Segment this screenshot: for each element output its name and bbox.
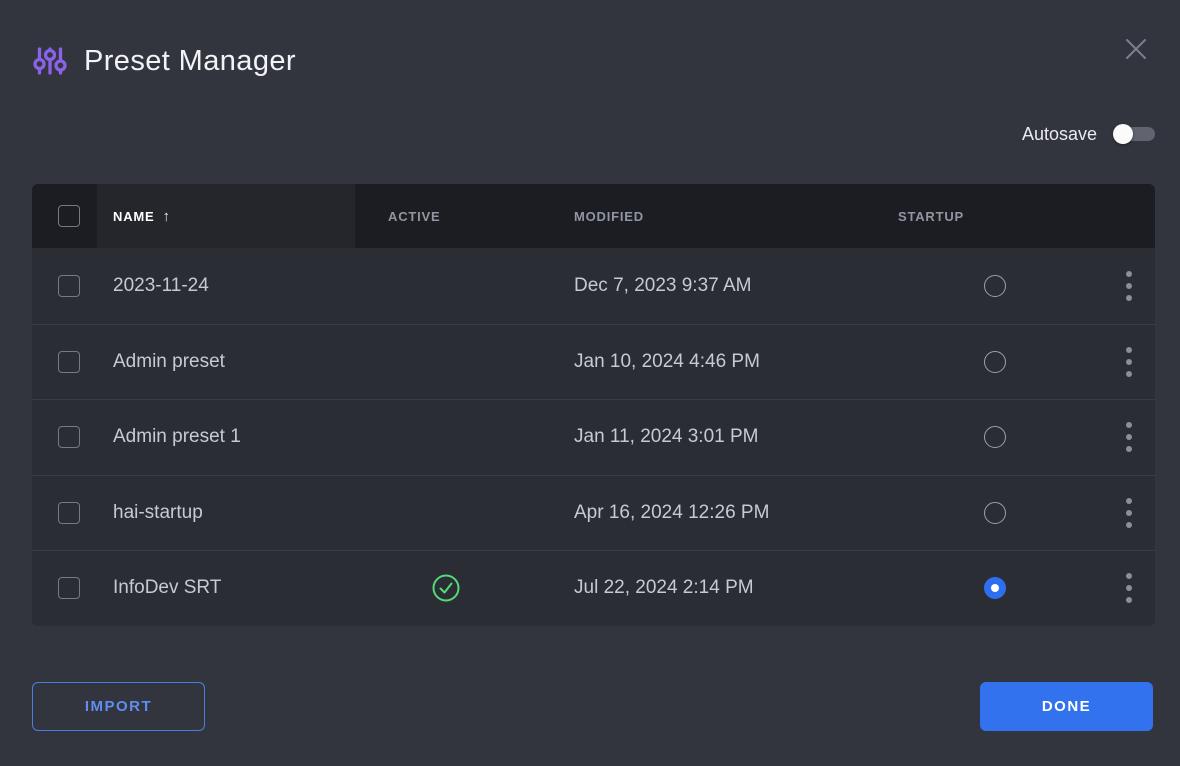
table-header-row: NAME ↑ ACTIVE MODIFIED STARTUP	[32, 184, 1155, 248]
row-checkbox[interactable]	[58, 577, 80, 599]
close-button[interactable]	[1117, 30, 1155, 68]
column-header-name[interactable]: NAME ↑	[97, 184, 355, 248]
select-all-checkbox[interactable]	[58, 205, 80, 227]
kebab-menu-icon[interactable]	[1122, 494, 1136, 532]
autosave-label: Autosave	[1022, 124, 1097, 145]
autosave-toggle[interactable]	[1113, 123, 1155, 145]
sort-asc-icon: ↑	[162, 208, 170, 225]
column-header-active[interactable]: ACTIVE	[355, 184, 539, 248]
startup-radio[interactable]	[984, 351, 1006, 373]
row-checkbox[interactable]	[58, 351, 80, 373]
table-row: Admin preset Jan 10, 2024 4:46 PM	[32, 324, 1155, 400]
column-header-startup[interactable]: STARTUP	[865, 184, 1062, 248]
modified-date: Apr 16, 2024 12:26 PM	[574, 502, 769, 524]
done-button[interactable]: DONE	[980, 682, 1153, 731]
startup-radio[interactable]	[984, 577, 1006, 599]
autosave-section: Autosave	[0, 122, 1155, 146]
preset-name: InfoDev SRT	[113, 577, 221, 599]
preset-name: Admin preset	[113, 351, 225, 373]
modified-date: Jan 11, 2024 3:01 PM	[574, 426, 759, 448]
startup-radio[interactable]	[984, 275, 1006, 297]
close-icon	[1121, 34, 1151, 64]
import-button[interactable]: IMPORT	[32, 682, 205, 731]
startup-radio[interactable]	[984, 426, 1006, 448]
modified-date: Jan 10, 2024 4:46 PM	[574, 351, 760, 373]
toggle-knob	[1113, 124, 1133, 144]
kebab-menu-icon[interactable]	[1122, 343, 1136, 381]
kebab-menu-icon[interactable]	[1122, 418, 1136, 456]
modified-date: Jul 22, 2024 2:14 PM	[574, 577, 754, 599]
table-row: InfoDev SRT Jul 22, 2024 2:14 PM	[32, 550, 1155, 626]
row-checkbox[interactable]	[58, 275, 80, 297]
table-row: 2023-11-24 Dec 7, 2023 9:37 AM	[32, 248, 1155, 324]
column-header-name-label: NAME	[113, 209, 154, 224]
startup-radio[interactable]	[984, 502, 1006, 524]
row-checkbox[interactable]	[58, 502, 80, 524]
row-checkbox[interactable]	[58, 426, 80, 448]
dialog-header: Preset Manager	[0, 0, 1180, 82]
preset-name: Admin preset 1	[113, 426, 241, 448]
table-row: Admin preset 1 Jan 11, 2024 3:01 PM	[32, 399, 1155, 475]
active-check-icon	[431, 573, 461, 603]
column-header-menu	[1062, 184, 1155, 248]
table-row: hai-startup Apr 16, 2024 12:26 PM	[32, 475, 1155, 551]
kebab-menu-icon[interactable]	[1122, 569, 1136, 607]
dialog-footer: IMPORT DONE	[0, 682, 1180, 731]
kebab-menu-icon[interactable]	[1122, 267, 1136, 305]
dialog-title: Preset Manager	[84, 45, 296, 78]
preset-table-body: 2023-11-24 Dec 7, 2023 9:37 AM Admin pre…	[32, 248, 1155, 626]
preset-name: 2023-11-24	[113, 275, 209, 297]
sliders-icon	[32, 42, 68, 80]
preset-table: NAME ↑ ACTIVE MODIFIED STARTUP 2023-11-2…	[32, 184, 1155, 626]
preset-manager-dialog: Preset Manager Autosave NAME ↑	[0, 0, 1180, 766]
modified-date: Dec 7, 2023 9:37 AM	[574, 275, 751, 297]
column-header-modified[interactable]: MODIFIED	[539, 184, 865, 248]
preset-name: hai-startup	[113, 502, 203, 524]
